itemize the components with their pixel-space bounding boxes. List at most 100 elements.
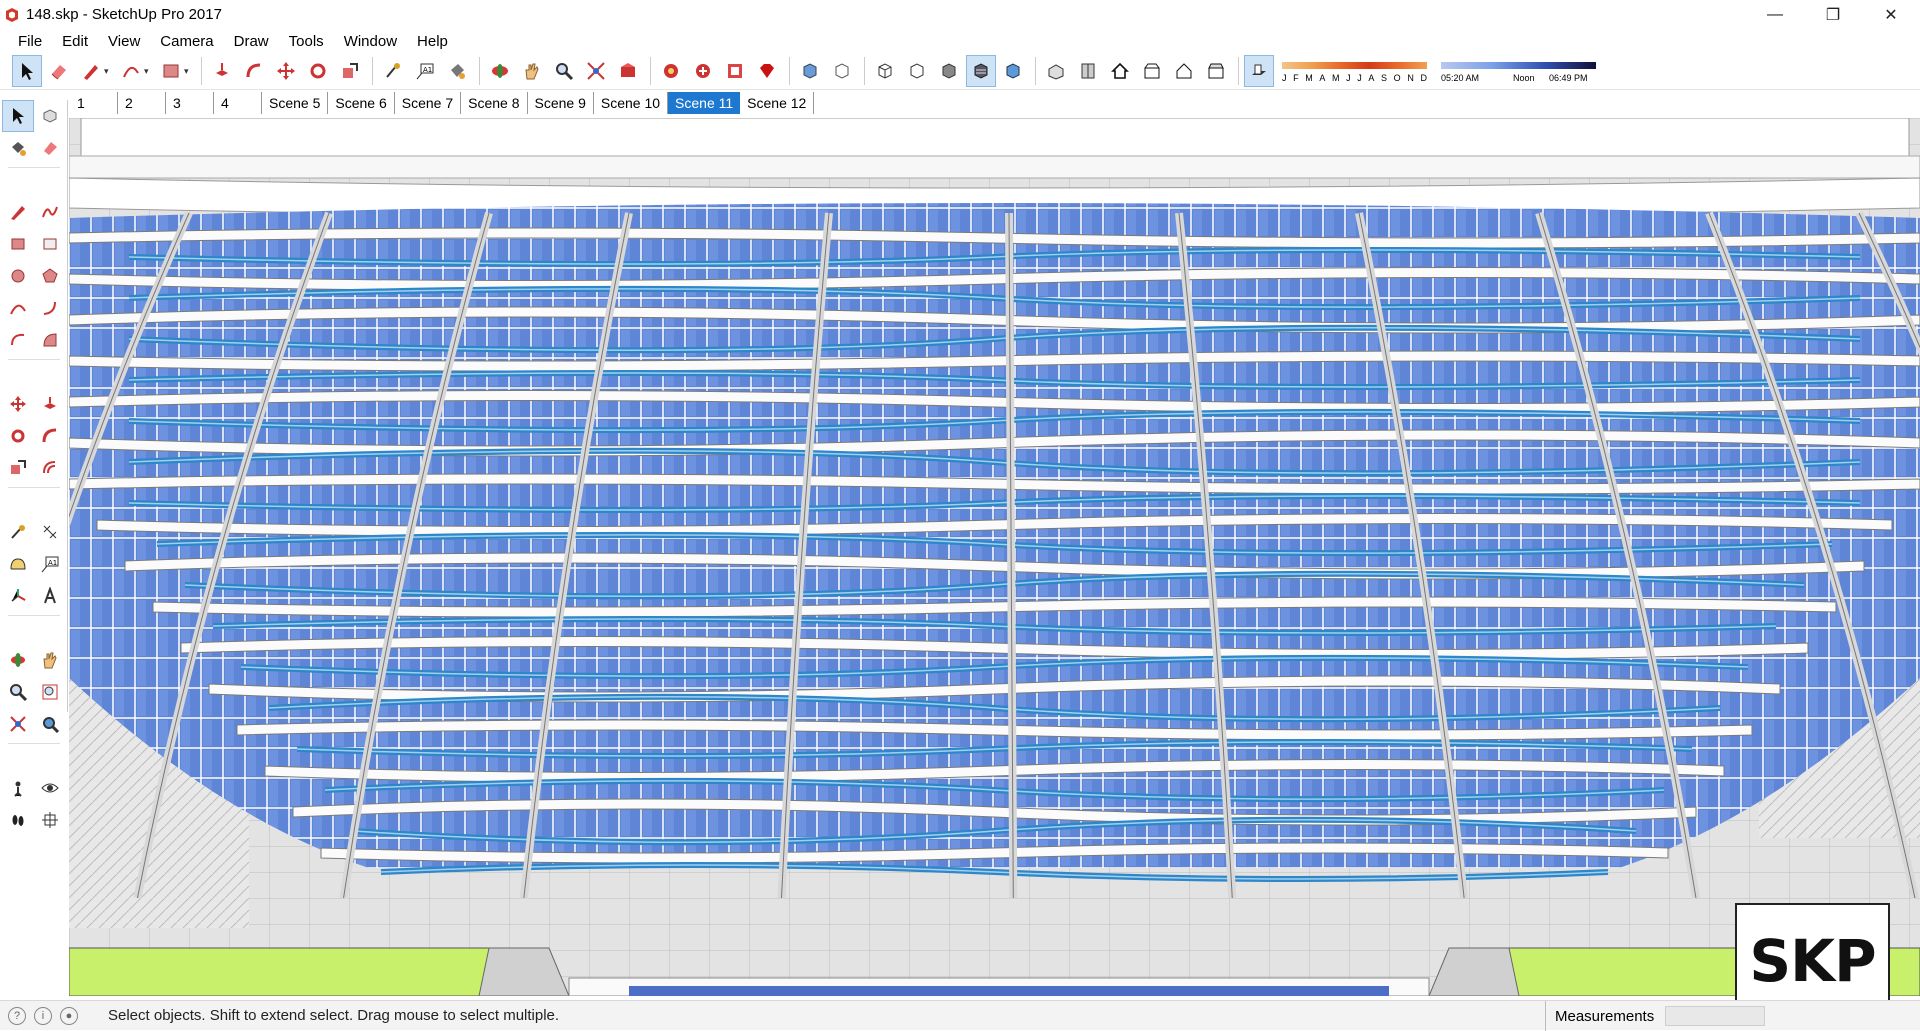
move-tool[interactable] xyxy=(2,388,34,420)
scene-tab[interactable]: 1 xyxy=(70,92,118,114)
menu-window[interactable]: Window xyxy=(334,33,407,50)
freehand-tool[interactable] xyxy=(34,196,66,228)
make-component-tool[interactable] xyxy=(34,100,66,132)
rectangle-button[interactable] xyxy=(156,55,186,87)
push-pull-tool[interactable] xyxy=(34,388,66,420)
select-tool[interactable] xyxy=(2,100,34,132)
shadows-toggle-button[interactable] xyxy=(1244,55,1274,87)
zoom-tool[interactable] xyxy=(2,676,34,708)
scene-tab[interactable]: Scene 7 xyxy=(395,92,462,114)
scene-tab[interactable]: Scene 12 xyxy=(740,92,815,114)
zoom-window-tool[interactable] xyxy=(34,676,66,708)
minimize-button[interactable]: — xyxy=(1746,0,1804,29)
zoom-extents-tool[interactable] xyxy=(2,708,34,740)
arc-tool[interactable] xyxy=(2,292,34,324)
pencil-button[interactable] xyxy=(76,55,106,87)
menu-view[interactable]: View xyxy=(98,33,150,50)
restore-button[interactable]: ❐ xyxy=(1804,0,1862,29)
protractor-tool[interactable] xyxy=(2,548,34,580)
eraser-tool[interactable] xyxy=(34,132,66,164)
text-button[interactable]: A1 xyxy=(410,55,440,87)
orbit-tool[interactable] xyxy=(2,644,34,676)
top-view-button[interactable] xyxy=(1073,55,1103,87)
scene-tab[interactable]: 2 xyxy=(118,92,166,114)
follow-me-button[interactable] xyxy=(239,55,269,87)
arc-button[interactable] xyxy=(116,55,146,87)
scene-tab[interactable]: 3 xyxy=(166,92,214,114)
3d-text-tool[interactable] xyxy=(34,580,66,612)
scene-tab[interactable]: Scene 9 xyxy=(528,92,594,114)
two-point-arc-tool[interactable] xyxy=(34,292,66,324)
zoom-extents-button[interactable] xyxy=(581,55,611,87)
xray-style-button[interactable] xyxy=(795,55,825,87)
pan-button[interactable] xyxy=(517,55,547,87)
zoom-button[interactable] xyxy=(549,55,579,87)
previous-view-tool[interactable] xyxy=(34,708,66,740)
close-button[interactable]: ✕ xyxy=(1862,0,1920,29)
paint-bucket-tool[interactable] xyxy=(2,132,34,164)
extension-manager-button[interactable] xyxy=(752,55,782,87)
right-view-button[interactable] xyxy=(1137,55,1167,87)
hidden-line-button[interactable] xyxy=(902,55,932,87)
scale-tool[interactable] xyxy=(2,452,34,484)
tape-measure-tool[interactable] xyxy=(2,516,34,548)
orbit-button[interactable] xyxy=(485,55,515,87)
scene-tab[interactable]: Scene 5 xyxy=(262,92,329,114)
scale-button[interactable] xyxy=(335,55,365,87)
rectangle-tool[interactable] xyxy=(2,228,34,260)
select-tool-button[interactable] xyxy=(12,55,42,87)
pan-tool[interactable] xyxy=(34,644,66,676)
menu-tools[interactable]: Tools xyxy=(279,33,334,50)
geo-location-icon[interactable]: ? xyxy=(8,1006,26,1025)
move-button[interactable] xyxy=(271,55,301,87)
offset-tool[interactable] xyxy=(34,452,66,484)
user-account-icon[interactable]: ● xyxy=(60,1006,78,1025)
look-around-tool[interactable] xyxy=(34,772,66,804)
left-view-button[interactable] xyxy=(1201,55,1231,87)
chevron-down-icon[interactable]: ▾ xyxy=(144,66,152,77)
warehouse-button[interactable] xyxy=(613,55,643,87)
scene-tab[interactable]: Scene 6 xyxy=(328,92,395,114)
push-pull-button[interactable] xyxy=(207,55,237,87)
axes-tool[interactable] xyxy=(2,580,34,612)
credits-icon[interactable]: i xyxy=(34,1006,52,1025)
text-tool[interactable]: A1 xyxy=(34,548,66,580)
rotate-tool[interactable] xyxy=(2,420,34,452)
tape-measure-button[interactable] xyxy=(378,55,408,87)
time-slider[interactable]: 05:20 AM Noon 06:49 PM xyxy=(1441,56,1596,86)
line-tool[interactable] xyxy=(2,196,34,228)
measurements-input[interactable] xyxy=(1665,1006,1765,1026)
pie-tool[interactable] xyxy=(34,324,66,356)
back-edges-button[interactable] xyxy=(827,55,857,87)
scene-tab[interactable]: 4 xyxy=(214,92,262,114)
model-viewport[interactable] xyxy=(69,118,1920,996)
position-camera-tool[interactable] xyxy=(2,772,34,804)
monochrome-button[interactable] xyxy=(998,55,1028,87)
menu-edit[interactable]: Edit xyxy=(52,33,98,50)
share-model-button[interactable] xyxy=(688,55,718,87)
follow-me-tool[interactable] xyxy=(34,420,66,452)
extension-warehouse-button[interactable] xyxy=(656,55,686,87)
shaded-textures-button[interactable] xyxy=(966,55,996,87)
eraser-button[interactable] xyxy=(44,55,74,87)
rotated-rectangle-tool[interactable] xyxy=(34,228,66,260)
wireframe-button[interactable] xyxy=(870,55,900,87)
walk-tool[interactable] xyxy=(2,804,34,836)
month-slider[interactable]: J F M A M J J A S O N D xyxy=(1282,56,1427,86)
dimension-tool[interactable] xyxy=(34,516,66,548)
scene-tab[interactable]: Scene 11 xyxy=(668,92,741,114)
back-view-button[interactable] xyxy=(1169,55,1199,87)
scene-tab[interactable]: Scene 8 xyxy=(461,92,528,114)
menu-draw[interactable]: Draw xyxy=(224,33,279,50)
menu-camera[interactable]: Camera xyxy=(150,33,223,50)
scene-tab[interactable]: Scene 10 xyxy=(594,92,669,114)
menu-file[interactable]: File xyxy=(8,33,52,50)
shaded-button[interactable] xyxy=(934,55,964,87)
three-point-arc-tool[interactable] xyxy=(2,324,34,356)
layout-button[interactable] xyxy=(720,55,750,87)
circle-tool[interactable] xyxy=(2,260,34,292)
polygon-tool[interactable] xyxy=(34,260,66,292)
iso-view-button[interactable] xyxy=(1041,55,1071,87)
menu-help[interactable]: Help xyxy=(407,33,458,50)
front-view-button[interactable] xyxy=(1105,55,1135,87)
